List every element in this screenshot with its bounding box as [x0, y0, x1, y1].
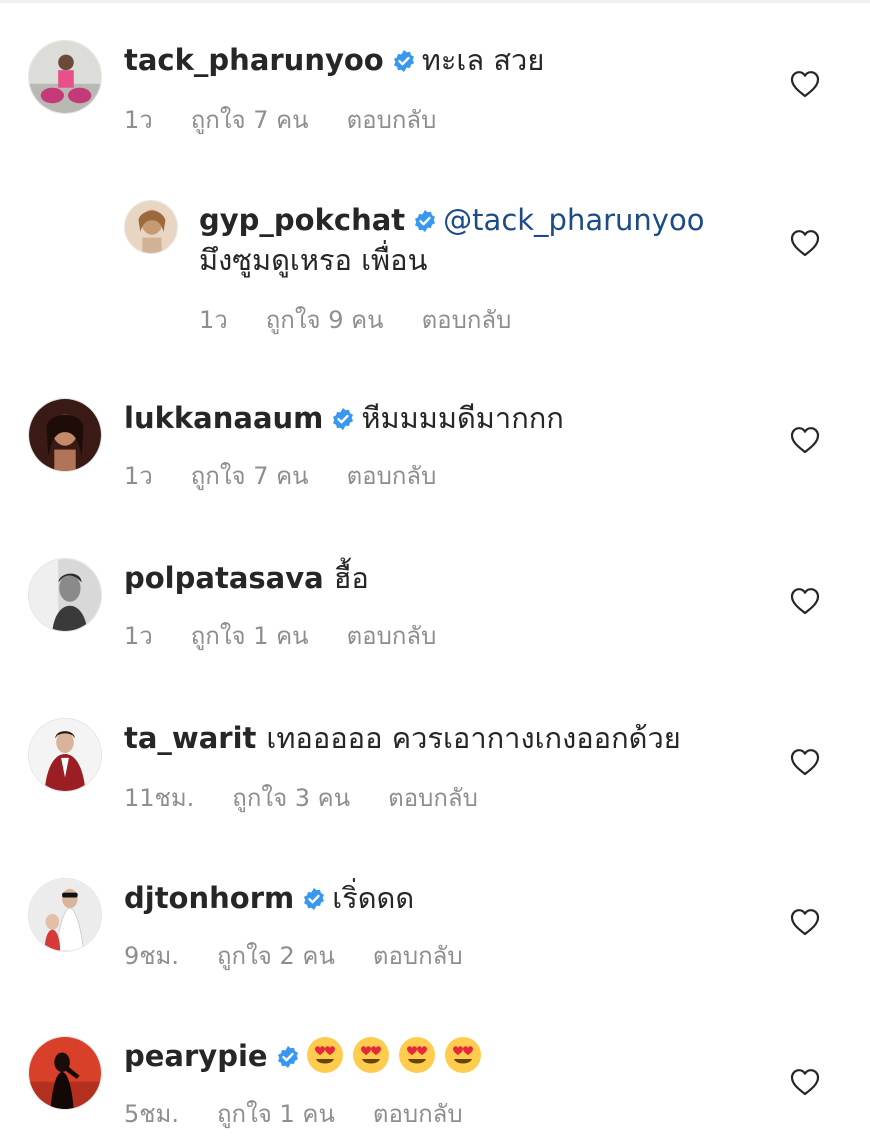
comment-text: เริ่ดดด [332, 881, 415, 915]
comment-text: เทอออออ ควรเอากางเกงออกด้วย [266, 721, 681, 755]
heart-eyes-emoji-icon [398, 1036, 436, 1074]
heart-eyes-emoji-icon [352, 1036, 390, 1074]
heart-outline-icon[interactable] [790, 587, 820, 615]
heart-eyes-emoji-group [306, 1036, 490, 1074]
likes-count[interactable]: ถูกใจ 2 คน [217, 942, 335, 970]
verified-badge-icon [331, 407, 355, 431]
reply-button[interactable]: ตอบกลับ [347, 622, 437, 650]
avatar[interactable] [28, 558, 102, 632]
verified-badge-icon [276, 1045, 300, 1069]
reply-button[interactable]: ตอบกลับ [347, 462, 437, 490]
likes-count[interactable]: ถูกใจ 1 คน [191, 622, 309, 650]
username[interactable]: ta_warit [124, 721, 256, 755]
username[interactable]: lukkanaaum [124, 401, 323, 435]
reply-button[interactable]: ตอบกลับ [347, 106, 437, 134]
comment-time: 1ว [199, 306, 228, 334]
likes-count[interactable]: ถูกใจ 7 คน [191, 106, 309, 134]
likes-count[interactable]: ถูกใจ 1 คน [217, 1100, 335, 1128]
avatar[interactable] [28, 878, 102, 952]
username[interactable]: djtonhorm [124, 881, 294, 915]
heart-outline-icon[interactable] [790, 70, 820, 98]
likes-count[interactable]: ถูกใจ 9 คน [266, 306, 384, 334]
comment-time: 9ชม. [124, 942, 180, 970]
top-divider [0, 0, 870, 3]
comment-time: 11ชม. [124, 784, 195, 812]
username[interactable]: tack_pharunyoo [124, 43, 384, 77]
comment-time: 1ว [124, 106, 153, 134]
comment-text: ทะเล สวย [421, 43, 545, 77]
username[interactable]: pearypie [124, 1039, 268, 1073]
verified-badge-icon [413, 209, 437, 233]
comment-time: 5ชม. [124, 1100, 180, 1128]
reply-button[interactable]: ตอบกลับ [373, 942, 463, 970]
username[interactable]: gyp_pokchat [199, 203, 405, 237]
comment-text: ฮื้อ [333, 561, 369, 595]
heart-outline-icon[interactable] [790, 229, 820, 257]
username[interactable]: polpatasava [124, 561, 324, 595]
comment-text: หีมมมมดีมากกก [361, 401, 564, 435]
comment-text: มึงซูมดูเหรอ เพื่อน [199, 243, 428, 277]
avatar[interactable] [124, 200, 178, 254]
reply-button[interactable]: ตอบกลับ [373, 1100, 463, 1128]
avatar[interactable] [28, 40, 102, 114]
comment-time: 1ว [124, 622, 153, 650]
verified-badge-icon [302, 887, 326, 911]
heart-outline-icon[interactable] [790, 1068, 820, 1096]
likes-count[interactable]: ถูกใจ 3 คน [232, 784, 350, 812]
mention-link[interactable]: @tack_pharunyoo [443, 203, 704, 237]
avatar[interactable] [28, 718, 102, 792]
heart-outline-icon[interactable] [790, 426, 820, 454]
avatar[interactable] [28, 398, 102, 472]
heart-eyes-emoji-icon [444, 1036, 482, 1074]
reply-button[interactable]: ตอบกลับ [422, 306, 512, 334]
avatar[interactable] [28, 1036, 102, 1110]
likes-count[interactable]: ถูกใจ 7 คน [191, 462, 309, 490]
heart-outline-icon[interactable] [790, 908, 820, 936]
reply-button[interactable]: ตอบกลับ [388, 784, 478, 812]
comment-time: 1ว [124, 462, 153, 490]
heart-eyes-emoji-icon [306, 1036, 344, 1074]
heart-outline-icon[interactable] [790, 748, 820, 776]
verified-badge-icon [392, 49, 416, 73]
